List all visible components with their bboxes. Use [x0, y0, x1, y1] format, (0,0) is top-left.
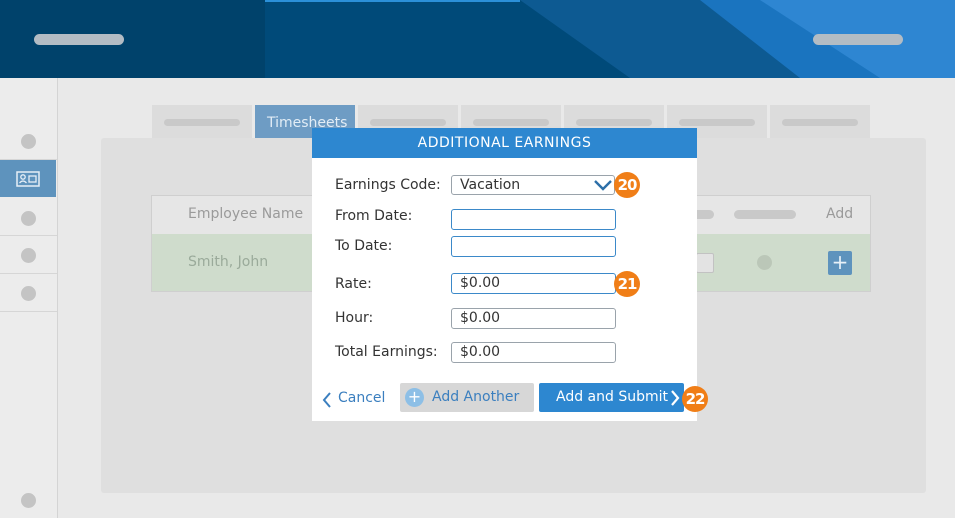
from-date-label: From Date: [335, 208, 413, 224]
callout-badge-22: 22 [682, 386, 708, 412]
add-row-button[interactable]: + [828, 251, 852, 275]
hour-input[interactable]: $0.00 [451, 308, 616, 329]
add-and-submit-button[interactable]: Add and Submit [539, 383, 684, 412]
tab-placeholder-7[interactable] [770, 105, 870, 138]
earnings-code-label: Earnings Code: [335, 177, 441, 193]
tab-placeholder-1[interactable] [152, 105, 252, 138]
column-header-placeholder [734, 210, 796, 219]
add-another-label: Add Another [432, 389, 520, 405]
rate-label: Rate: [335, 276, 372, 292]
chevron-right-icon [671, 390, 680, 406]
sidebar-item-1[interactable] [21, 134, 36, 149]
earnings-code-select[interactable]: Vacation [451, 175, 615, 195]
rate-input[interactable]: $0.00 [451, 273, 616, 294]
to-date-label: To Date: [335, 238, 393, 254]
sidebar-divider [0, 311, 57, 312]
earnings-code-value: Vacation [460, 177, 521, 193]
sidebar-divider [0, 273, 57, 274]
sidebar-item-bottom[interactable] [21, 493, 36, 508]
employee-name-cell: Smith, John [188, 254, 269, 270]
to-date-input[interactable] [451, 236, 616, 257]
header-decoration [265, 0, 955, 78]
total-earnings-input[interactable]: $0.00 [451, 342, 616, 363]
callout-badge-20: 20 [614, 172, 640, 198]
from-date-input[interactable] [451, 209, 616, 230]
header-left-placeholder [34, 34, 124, 45]
id-card-icon [16, 171, 40, 187]
total-earnings-label: Total Earnings: [335, 344, 438, 360]
chevron-left-icon [322, 392, 331, 408]
hour-label: Hour: [335, 310, 374, 326]
row-status-dot [757, 255, 772, 270]
callout-badge-21: 21 [614, 271, 640, 297]
dialog-title: ADDITIONAL EARNINGS [312, 128, 697, 158]
add-and-submit-label: Add and Submit [556, 389, 669, 405]
sidebar-item-5[interactable] [21, 286, 36, 301]
column-header-employee-name: Employee Name [188, 206, 304, 222]
sidebar-item-timesheets[interactable] [0, 160, 56, 197]
app-header [0, 0, 955, 78]
plus-icon: + [405, 388, 424, 407]
header-right-placeholder[interactable] [813, 34, 903, 45]
chevron-down-icon [594, 180, 612, 191]
sidebar-item-4[interactable] [21, 248, 36, 263]
sidebar [0, 78, 58, 518]
cancel-label: Cancel [338, 390, 386, 406]
additional-earnings-dialog: ADDITIONAL EARNINGS Earnings Code: Vacat… [312, 128, 697, 421]
row-input-cell[interactable] [696, 253, 714, 273]
sidebar-item-3[interactable] [21, 211, 36, 226]
add-another-button[interactable]: + Add Another [400, 383, 534, 412]
sidebar-divider [0, 235, 57, 236]
column-header-add: Add [826, 206, 854, 222]
